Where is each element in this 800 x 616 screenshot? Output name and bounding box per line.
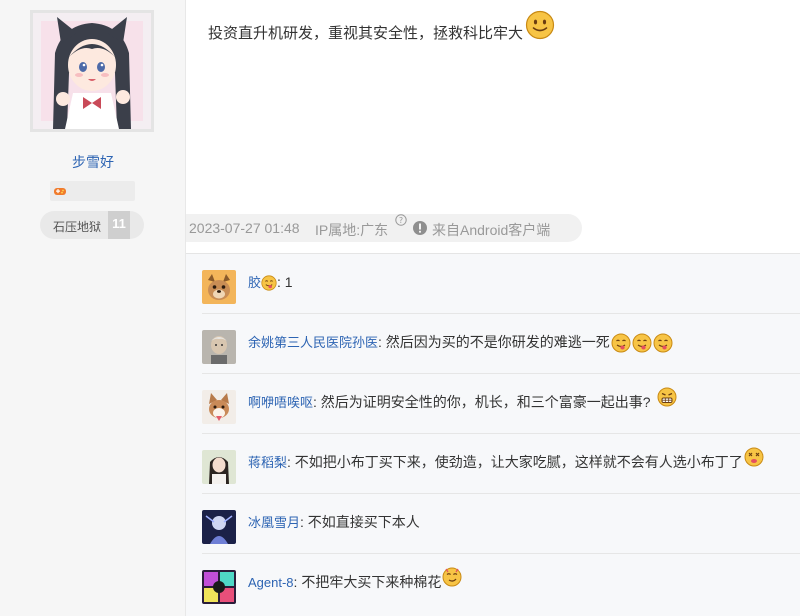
- author-level-badge[interactable]: 石压地狱 11: [40, 211, 144, 239]
- commenter-avatar[interactable]: [202, 570, 236, 604]
- gamepad-icon: [54, 188, 66, 195]
- author-avatar[interactable]: [30, 10, 154, 132]
- author-badge-bar[interactable]: [50, 181, 135, 201]
- comment-item: 蒋稻梨: 不如把小布丁买下来，使劲造，让大家吃腻，这样就不会有人选小布丁了: [202, 434, 800, 494]
- comment-username[interactable]: 冰凰雪月: [248, 515, 300, 530]
- elder-avatar-image: [202, 330, 236, 364]
- commenter-avatar[interactable]: [202, 510, 236, 544]
- comment-body: Agent-8: 不把牢大买下来种棉花: [248, 567, 462, 592]
- comment-item: Agent-8: 不把牢大买下来种棉花: [202, 554, 800, 614]
- commenter-avatar[interactable]: [202, 390, 236, 424]
- comment-text: 然后为证明安全性的你，机长，和三个富豪一起出事?: [320, 394, 651, 410]
- smirk-emoji-icon: [442, 567, 462, 587]
- tongue-emoji-icon: [653, 333, 673, 353]
- comment-text: 1: [284, 274, 293, 290]
- dizzy-emoji-icon: [744, 447, 764, 467]
- comment-text: 不把牢大买下来种棉花: [301, 574, 442, 590]
- help-icon[interactable]: ?: [395, 214, 407, 226]
- post-meta-bar: 2023-07-27 01:48 IP属地:广东 ? 来自Android客户端: [186, 214, 582, 242]
- info-icon: [413, 221, 427, 235]
- comment-separator: :: [313, 394, 321, 410]
- tongue-emoji-icon: [632, 333, 652, 353]
- comment-item: 冰凰雪月: 不如直接买下本人: [202, 494, 800, 554]
- post-content: 投资直升机研发，重视其安全性，拯救科比牢大: [208, 10, 555, 43]
- comment-username[interactable]: 蒋稻梨: [248, 455, 287, 470]
- fox-avatar-image: [202, 390, 236, 424]
- anime-girl-avatar-image: [33, 13, 151, 129]
- post-client-source: 来自Android客户端: [432, 222, 551, 238]
- smile-emoji-icon: [525, 10, 555, 40]
- colorful-avatar-image: [202, 570, 236, 604]
- comment-username[interactable]: 余姚第三人民医院孙医: [248, 335, 378, 350]
- comment-text: 不如把小布丁买下来，使劲造，让大家吃腻，这样就不会有人选小布丁了: [294, 454, 743, 470]
- blue-character-avatar-image: [202, 510, 236, 544]
- comment-separator: :: [287, 454, 295, 470]
- comment-item: 余姚第三人民医院孙医: 然后因为买的不是你研发的难逃一死: [202, 314, 800, 374]
- grimace-emoji-icon: [657, 387, 677, 407]
- comment-separator: :: [277, 274, 285, 290]
- dog-avatar-image: [202, 270, 236, 304]
- level-name: 石压地狱: [53, 220, 102, 234]
- comment-body: 余姚第三人民医院孙医: 然后因为买的不是你研发的难逃一死: [248, 332, 673, 353]
- girl-photo-avatar-image: [202, 450, 236, 484]
- tongue-emoji-icon: [611, 333, 631, 353]
- author-username[interactable]: 步雪好: [0, 152, 186, 172]
- comment-text: 然后因为买的不是你研发的难逃一死: [385, 334, 610, 350]
- comment-username[interactable]: 胶: [248, 275, 261, 290]
- level-number: 11: [108, 211, 130, 239]
- author-sidebar: 步雪好 石压地狱 11: [0, 0, 186, 616]
- post-ip-location: IP属地:广东: [315, 222, 389, 238]
- comment-body: 胶 : 1: [248, 272, 293, 291]
- comment-username[interactable]: Agent-8: [248, 575, 294, 590]
- commenter-avatar[interactable]: [202, 270, 236, 304]
- post-text: 投资直升机研发，重视其安全性，拯救科比牢大: [208, 25, 524, 42]
- comment-body: 冰凰雪月: 不如直接买下本人: [248, 512, 420, 532]
- comment-body: 蒋稻梨: 不如把小布丁买下来，使劲造，让大家吃腻，这样就不会有人选小布丁了: [248, 447, 764, 472]
- comment-separator: :: [300, 514, 308, 530]
- comment-item: 啊咿唔唉呕: 然后为证明安全性的你，机长，和三个富豪一起出事?: [202, 374, 800, 434]
- comment-item: 胶 : 1: [202, 254, 800, 314]
- post-timestamp: 2023-07-27 01:48: [189, 220, 300, 236]
- commenter-avatar[interactable]: [202, 330, 236, 364]
- comment-body: 啊咿唔唉呕: 然后为证明安全性的你，机长，和三个富豪一起出事?: [248, 387, 677, 412]
- commenter-avatar[interactable]: [202, 450, 236, 484]
- svg-text:?: ?: [399, 216, 403, 225]
- comment-username[interactable]: 啊咿唔唉呕: [248, 395, 313, 410]
- comment-separator: :: [378, 334, 386, 350]
- comment-text: 不如直接买下本人: [307, 514, 420, 530]
- comment-list: 胶 : 1 余姚第三人民医院孙医: 然后因为买的不是你研发的难逃一死 啊咿唔唉呕…: [186, 253, 800, 616]
- tongue-emoji-icon: [261, 275, 277, 291]
